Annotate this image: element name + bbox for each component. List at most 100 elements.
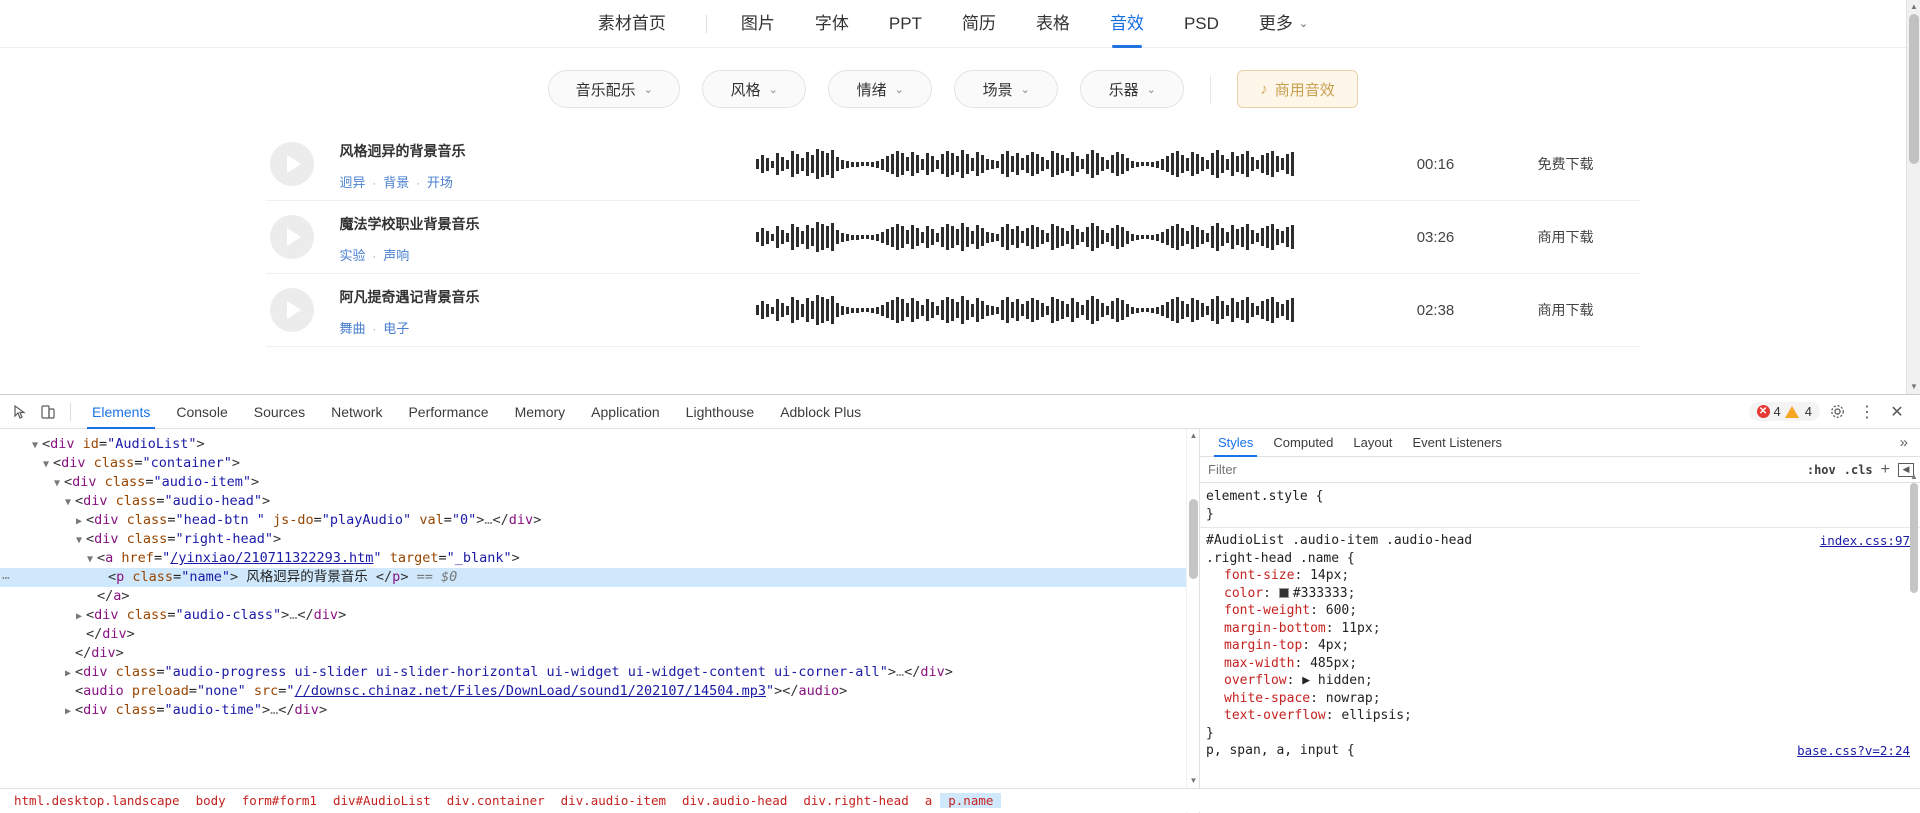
devtools-tab-lighthouse[interactable]: Lighthouse [673, 395, 768, 429]
audio-tag-link[interactable]: 声响 [383, 248, 409, 263]
dom-scroll-down-icon[interactable]: ▼ [1187, 774, 1199, 787]
expand-triangle-icon[interactable]: ▼ [87, 550, 97, 569]
css-property-value[interactable]: ▶ hidden [1302, 673, 1365, 688]
cls-toggle[interactable]: .cls [1844, 463, 1873, 477]
audio-name-link[interactable]: 魔法学校职业背景音乐 [340, 214, 670, 234]
commercial-audio-button[interactable]: ♪ 商用音效 [1237, 70, 1358, 108]
collapse-triangle-icon[interactable]: ▶ [65, 702, 75, 721]
styles-tab-event-listeners[interactable]: Event Listeners [1402, 429, 1512, 457]
devtools-tab-memory[interactable]: Memory [502, 395, 579, 429]
styles-scrollbar-thumb[interactable] [1910, 483, 1918, 593]
audio-tag-link[interactable]: 实验 [340, 248, 366, 263]
audio-name-link[interactable]: 阿凡提奇遇记背景音乐 [340, 287, 670, 307]
issues-badge[interactable]: ✕ 4 4 [1748, 402, 1820, 421]
css-property-value[interactable]: 11px [1341, 621, 1372, 636]
download-button[interactable]: 免费下载 [1491, 154, 1641, 174]
nav-item-7[interactable]: PSD [1164, 0, 1239, 48]
css-rule[interactable]: #AudioList .audio-item .audio-head .righ… [1200, 532, 1920, 742]
css-property-name[interactable]: margin-top [1224, 638, 1302, 653]
css-property-name[interactable]: text-overflow [1224, 708, 1326, 723]
dom-node-menu-icon[interactable]: ⋯ [2, 569, 11, 588]
dom-scrollbar-thumb[interactable] [1189, 499, 1198, 579]
nav-item-8[interactable]: 更多 ⌄ [1239, 0, 1328, 48]
next-css-rule-selector[interactable]: p, span, a, input { [1206, 742, 1355, 760]
collapse-triangle-icon[interactable]: ▶ [65, 664, 75, 683]
styles-scrollbar[interactable]: ▲ [1908, 472, 1920, 789]
expand-triangle-icon[interactable]: ▼ [76, 531, 86, 550]
nav-item-0[interactable]: 素材首页 [578, 0, 692, 48]
expand-triangle-icon[interactable]: ▼ [65, 493, 75, 512]
breadcrumb-item[interactable]: div.container [439, 793, 553, 808]
filter-chip-2[interactable]: 情绪 ⌄ [828, 70, 933, 108]
nav-item-1[interactable]: 图片 [721, 0, 795, 48]
audio-tag-link[interactable]: 开场 [427, 175, 453, 190]
css-property-name[interactable]: max-width [1224, 656, 1294, 671]
nav-item-6[interactable]: 音效 [1090, 0, 1164, 48]
devtools-tab-network[interactable]: Network [318, 395, 395, 429]
devtools-tab-console[interactable]: Console [163, 395, 240, 429]
nav-item-2[interactable]: 字体 [795, 0, 869, 48]
css-property[interactable]: font-weight: 600; [1206, 602, 1910, 620]
nav-item-4[interactable]: 简历 [942, 0, 1016, 48]
breadcrumb-item[interactable]: html.desktop.landscape [6, 793, 188, 808]
nav-item-3[interactable]: PPT [869, 0, 942, 48]
styles-tab-computed[interactable]: Computed [1263, 429, 1343, 457]
css-property[interactable]: overflow: ▶ hidden; [1206, 672, 1910, 690]
page-scrollbar-thumb[interactable] [1909, 14, 1919, 164]
css-property[interactable]: margin-bottom: 11px; [1206, 620, 1910, 638]
css-property[interactable]: font-size: 14px; [1206, 567, 1910, 585]
css-property-value[interactable]: 485px [1310, 656, 1349, 671]
color-swatch[interactable] [1278, 587, 1289, 598]
play-icon[interactable] [269, 215, 314, 259]
styles-more-tabs-icon[interactable]: » [1900, 434, 1920, 451]
collapse-triangle-icon[interactable]: ▶ [76, 607, 86, 626]
css-rule-selector[interactable]: #AudioList .audio-item .audio-head .righ… [1206, 532, 1506, 567]
css-source-link[interactable]: index.css:97 [1820, 532, 1910, 550]
download-button[interactable]: 商用下载 [1491, 227, 1641, 247]
collapse-triangle-icon[interactable]: ▶ [76, 512, 86, 531]
filter-chip-3[interactable]: 场景 ⌄ [954, 70, 1059, 108]
css-property-value[interactable]: 14px [1310, 568, 1341, 583]
page-scrollbar[interactable]: ▲ ▼ [1906, 0, 1920, 394]
dom-node[interactable]: </a> [0, 587, 1199, 606]
css-property[interactable]: margin-top: 4px; [1206, 637, 1910, 655]
styles-filter-input[interactable] [1206, 461, 1799, 478]
dom-node[interactable]: </div> [0, 625, 1199, 644]
play-icon[interactable] [269, 288, 314, 332]
hov-toggle[interactable]: :hov [1807, 463, 1836, 477]
devtools-tab-adblock-plus[interactable]: Adblock Plus [767, 395, 874, 429]
audio-tag-link[interactable]: 迥异 [340, 175, 366, 190]
dom-node[interactable]: ▼ <a href="/yinxiao/210711322293.htm" tar… [0, 549, 1199, 568]
next-css-rule[interactable]: p, span, a, input { base.css?v=2:24 [1200, 742, 1920, 760]
dom-node[interactable]: </div> [0, 644, 1199, 663]
expand-triangle-icon[interactable]: ▼ [43, 455, 53, 474]
dom-node[interactable]: ▼ <div id="AudioList"> [0, 435, 1199, 454]
filter-chip-0[interactable]: 音乐配乐 ⌄ [548, 70, 681, 108]
dom-node[interactable]: ▼ <div class="container"> [0, 454, 1199, 473]
styles-tab-styles[interactable]: Styles [1208, 429, 1263, 457]
css-property-name[interactable]: overflow [1224, 673, 1287, 688]
css-property-value[interactable]: nowrap [1326, 691, 1373, 706]
css-property-value[interactable]: #333333 [1293, 586, 1348, 601]
breadcrumb-item[interactable]: div.audio-head [674, 793, 795, 808]
breadcrumb-item[interactable]: body [188, 793, 234, 808]
css-property[interactable]: color: #333333; [1206, 585, 1910, 603]
filter-chip-4[interactable]: 乐器 ⌄ [1080, 70, 1185, 108]
css-property-name[interactable]: white-space [1224, 691, 1310, 706]
scroll-up-icon[interactable]: ▲ [1907, 0, 1920, 14]
breadcrumb-item[interactable]: div.right-head [795, 793, 916, 808]
devtools-tab-sources[interactable]: Sources [241, 395, 318, 429]
filter-chip-1[interactable]: 风格 ⌄ [702, 70, 807, 108]
expand-triangle-icon[interactable]: ▼ [32, 436, 42, 455]
css-property-name[interactable]: color [1224, 586, 1263, 601]
play-icon[interactable] [269, 142, 314, 186]
devtools-tab-performance[interactable]: Performance [395, 395, 501, 429]
css-property-value[interactable]: 600 [1326, 603, 1349, 618]
css-property-name[interactable]: margin-bottom [1224, 621, 1326, 636]
audio-waveform[interactable] [670, 290, 1381, 330]
audio-waveform[interactable] [670, 217, 1381, 257]
breadcrumb-item[interactable]: div.audio-item [553, 793, 674, 808]
breadcrumb-item[interactable]: p.name [940, 793, 1002, 808]
gear-icon[interactable] [1824, 399, 1850, 425]
css-property[interactable]: max-width: 485px; [1206, 655, 1910, 673]
